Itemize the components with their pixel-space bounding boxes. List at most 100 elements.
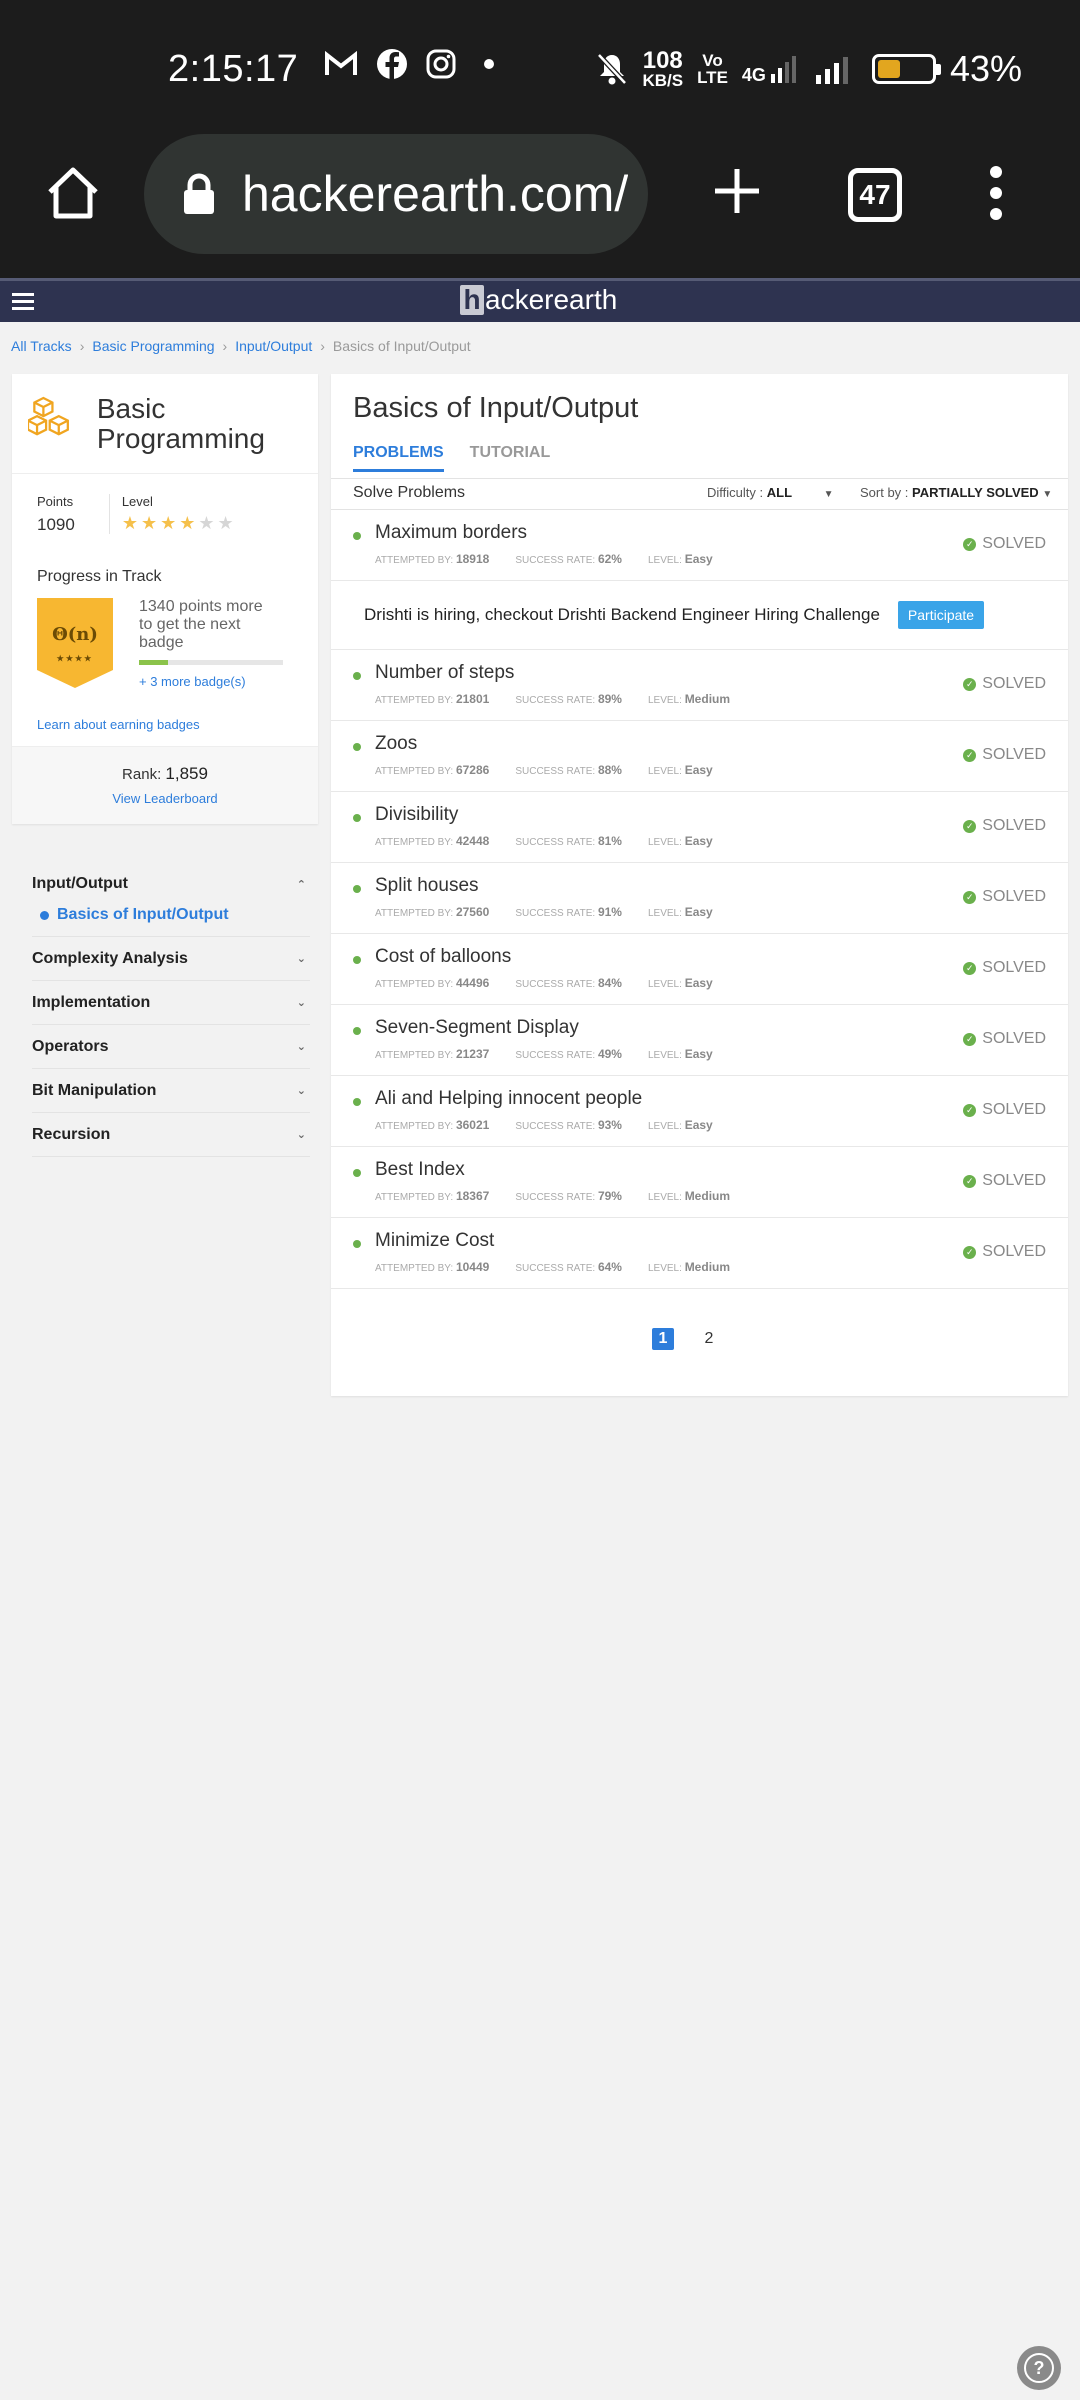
attempted-by-label: ATTEMPTED BY:: [375, 979, 454, 990]
track-sidebar: Basic Programming Points 1090 Level ★★★★…: [12, 374, 318, 1157]
level: LEVEL: Easy: [648, 905, 713, 919]
attempted-by: ATTEMPTED BY: 67286: [375, 763, 489, 777]
problem-row[interactable]: Number of steps ATTEMPTED BY: 21801 SUCCES…: [331, 650, 1068, 721]
problem-name[interactable]: Cost of balloons: [375, 946, 511, 968]
problem-row[interactable]: Ali and Helping innocent people ATTEMPTED…: [331, 1076, 1068, 1147]
attempted-by-label: ATTEMPTED BY:: [375, 766, 454, 777]
page-2-button[interactable]: 2: [698, 1328, 720, 1350]
problem-row[interactable]: Seven-Segment Display ATTEMPTED BY: 21237…: [331, 1005, 1068, 1076]
level-value: Medium: [684, 692, 731, 706]
problem-row[interactable]: Split houses ATTEMPTED BY: 27560 SUCCESS R…: [331, 863, 1068, 934]
level: LEVEL: Medium: [648, 1260, 730, 1274]
topic-implementation[interactable]: Implementation ⌄: [32, 981, 310, 1025]
browser-toolbar: hackerearth.com/ 47: [0, 124, 1080, 278]
success-rate-label: SUCCESS RATE:: [515, 1050, 596, 1061]
hamburger-menu-icon[interactable]: [12, 289, 34, 314]
progress-section: Progress in Track Θ(n) ★★★★ 1340 points …: [12, 554, 318, 691]
topic-operators[interactable]: Operators ⌄: [32, 1025, 310, 1069]
site-logo[interactable]: h ackerearth: [460, 284, 617, 316]
breadcrumb-current: Basics of Input/Output: [332, 338, 471, 354]
view-leaderboard-link[interactable]: View Leaderboard: [12, 791, 318, 806]
status-dot-icon: [353, 743, 361, 751]
topic-header[interactable]: Input/Output ⌃: [32, 862, 310, 906]
problem-name[interactable]: Zoos: [375, 733, 417, 755]
problem-row[interactable]: Minimize Cost ATTEMPTED BY: 10449 SUCCESS …: [331, 1218, 1068, 1289]
attempted-by-label: ATTEMPTED BY:: [375, 837, 454, 848]
problems-panel: Basics of Input/Output PROBLEMS TUTORIAL…: [331, 374, 1068, 1396]
check-circle-icon: ✓: [963, 748, 977, 762]
track-title: Basic Programming: [96, 393, 265, 454]
breadcrumb-separator: ›: [79, 338, 85, 354]
sort-filter[interactable]: Sort by : PARTIALLY SOLVED ▼: [860, 485, 1052, 500]
breadcrumb-all-tracks[interactable]: All Tracks: [11, 338, 72, 354]
problem-row[interactable]: Zoos ATTEMPTED BY: 67286 SUCCESS RATE: 88%…: [331, 721, 1068, 792]
help-button[interactable]: ?: [1017, 2346, 1061, 2390]
problem-meta: ATTEMPTED BY: 21801 SUCCESS RATE: 89% LEVE…: [375, 692, 730, 706]
notification-icons: [324, 48, 504, 80]
dot-icon: [484, 59, 494, 69]
page-1-button[interactable]: 1: [652, 1328, 674, 1350]
more-badges-link[interactable]: + 3 more badge(s): [139, 673, 279, 691]
difficulty-filter[interactable]: Difficulty : ALL ▼: [707, 485, 834, 500]
star-icon: ★: [217, 513, 237, 533]
attempted-by-value: 67286: [455, 763, 490, 777]
check-circle-icon: ✓: [963, 537, 977, 551]
success-rate-value: 93%: [597, 1118, 622, 1132]
topic-complexity-analysis[interactable]: Complexity Analysis ⌄: [32, 937, 310, 981]
success-rate-label: SUCCESS RATE:: [515, 1121, 596, 1132]
menu-dots-icon[interactable]: [984, 164, 1008, 222]
solved-label: SOLVED: [982, 959, 1046, 976]
success-rate-label: SUCCESS RATE:: [515, 1263, 596, 1274]
subtopic-basics-of-input-output[interactable]: Basics of Input/Output: [40, 906, 310, 924]
attempted-by-value: 21801: [455, 692, 490, 706]
learn-badges-link[interactable]: Learn about earning badges: [12, 691, 318, 746]
problem-meta: ATTEMPTED BY: 36021 SUCCESS RATE: 93% LEVE…: [375, 1118, 713, 1132]
success-rate: SUCCESS RATE: 81%: [515, 834, 622, 848]
topic-bit-manipulation[interactable]: Bit Manipulation ⌄: [32, 1069, 310, 1113]
problem-row[interactable]: Best Index ATTEMPTED BY: 18367 SUCCESS RAT…: [331, 1147, 1068, 1218]
attempted-by-value: 36021: [455, 1118, 490, 1132]
new-tab-icon[interactable]: [712, 166, 762, 216]
tab-problems[interactable]: PROBLEMS: [353, 444, 444, 472]
solved-label: SOLVED: [982, 675, 1046, 692]
success-rate-value: 49%: [597, 1047, 622, 1061]
problem-name[interactable]: Divisibility: [375, 804, 458, 826]
breadcrumb-input-output[interactable]: Input/Output: [235, 338, 312, 354]
level: LEVEL: Easy: [648, 834, 713, 848]
attempted-by-value: 18367: [455, 1189, 490, 1203]
problem-name[interactable]: Best Index: [375, 1159, 465, 1181]
volte-badge: Vo LTE: [697, 51, 728, 87]
problem-name[interactable]: Seven-Segment Display: [375, 1017, 579, 1039]
topic-input-output: Input/Output ⌃ Basics of Input/Output: [32, 862, 310, 937]
problem-name[interactable]: Minimize Cost: [375, 1230, 494, 1252]
success-rate-label: SUCCESS RATE:: [515, 555, 596, 566]
success-rate-label: SUCCESS RATE:: [515, 766, 596, 777]
problem-row[interactable]: Maximum borders ATTEMPTED BY: 18918 SUCCES…: [331, 510, 1068, 581]
problem-name[interactable]: Split houses: [375, 875, 479, 897]
problem-row[interactable]: Cost of balloons ATTEMPTED BY: 44496 SUCCE…: [331, 934, 1068, 1005]
problem-row[interactable]: Divisibility ATTEMPTED BY: 42448 SUCCESS R…: [331, 792, 1068, 863]
level-value: Medium: [684, 1189, 731, 1203]
problem-name[interactable]: Number of steps: [375, 662, 514, 684]
level: LEVEL: Easy: [648, 1118, 713, 1132]
level-label: LEVEL:: [647, 1050, 682, 1061]
breadcrumb-basic-programming[interactable]: Basic Programming: [92, 338, 214, 354]
level-label: LEVEL:: [647, 766, 682, 777]
attempted-by-label: ATTEMPTED BY:: [375, 555, 454, 566]
attempted-by-value: 27560: [455, 905, 490, 919]
solved-status: ✓ SOLVED: [963, 535, 1046, 553]
home-icon[interactable]: [44, 164, 102, 222]
problem-meta: ATTEMPTED BY: 18367 SUCCESS RATE: 79% LEVE…: [375, 1189, 730, 1203]
facebook-icon: [377, 49, 407, 80]
status-dot-icon: [353, 885, 361, 893]
topic-recursion[interactable]: Recursion ⌄: [32, 1113, 310, 1157]
problem-name[interactable]: Maximum borders: [375, 522, 527, 544]
chevron-down-icon: ⌄: [296, 1129, 306, 1141]
tab-tutorial[interactable]: TUTORIAL: [470, 444, 551, 472]
tab-switcher-button[interactable]: 47: [848, 168, 902, 222]
success-rate: SUCCESS RATE: 62%: [515, 552, 622, 566]
address-bar[interactable]: hackerearth.com/: [144, 134, 648, 254]
problem-name[interactable]: Ali and Helping innocent people: [375, 1088, 642, 1110]
participate-button[interactable]: Participate: [897, 601, 985, 629]
chevron-down-icon: ⌄: [296, 953, 306, 965]
